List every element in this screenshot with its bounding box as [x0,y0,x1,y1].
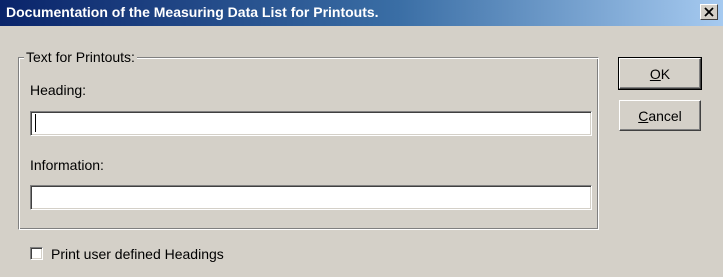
cancel-label-rest: ancel [648,108,682,124]
information-input[interactable] [30,185,592,210]
heading-input[interactable] [30,111,592,136]
close-icon [704,7,714,17]
text-caret [35,114,36,132]
title-bar[interactable]: Documentation of the Measuring Data List… [0,0,723,26]
ok-button[interactable]: OK [618,57,702,90]
groupbox-label: Text for Printouts: [24,49,137,65]
close-button[interactable] [700,4,718,20]
print-headings-checkbox[interactable] [30,247,43,260]
information-label: Information: [30,157,104,173]
cancel-button[interactable]: Cancel [619,100,701,131]
ok-label-rest: K [660,66,671,82]
cancel-mnemonic: C [638,108,649,124]
heading-label: Heading: [30,82,87,98]
window-title: Documentation of the Measuring Data List… [6,4,379,20]
ok-mnemonic: O [649,66,661,82]
print-headings-label[interactable]: Print user defined Headings [51,246,224,262]
